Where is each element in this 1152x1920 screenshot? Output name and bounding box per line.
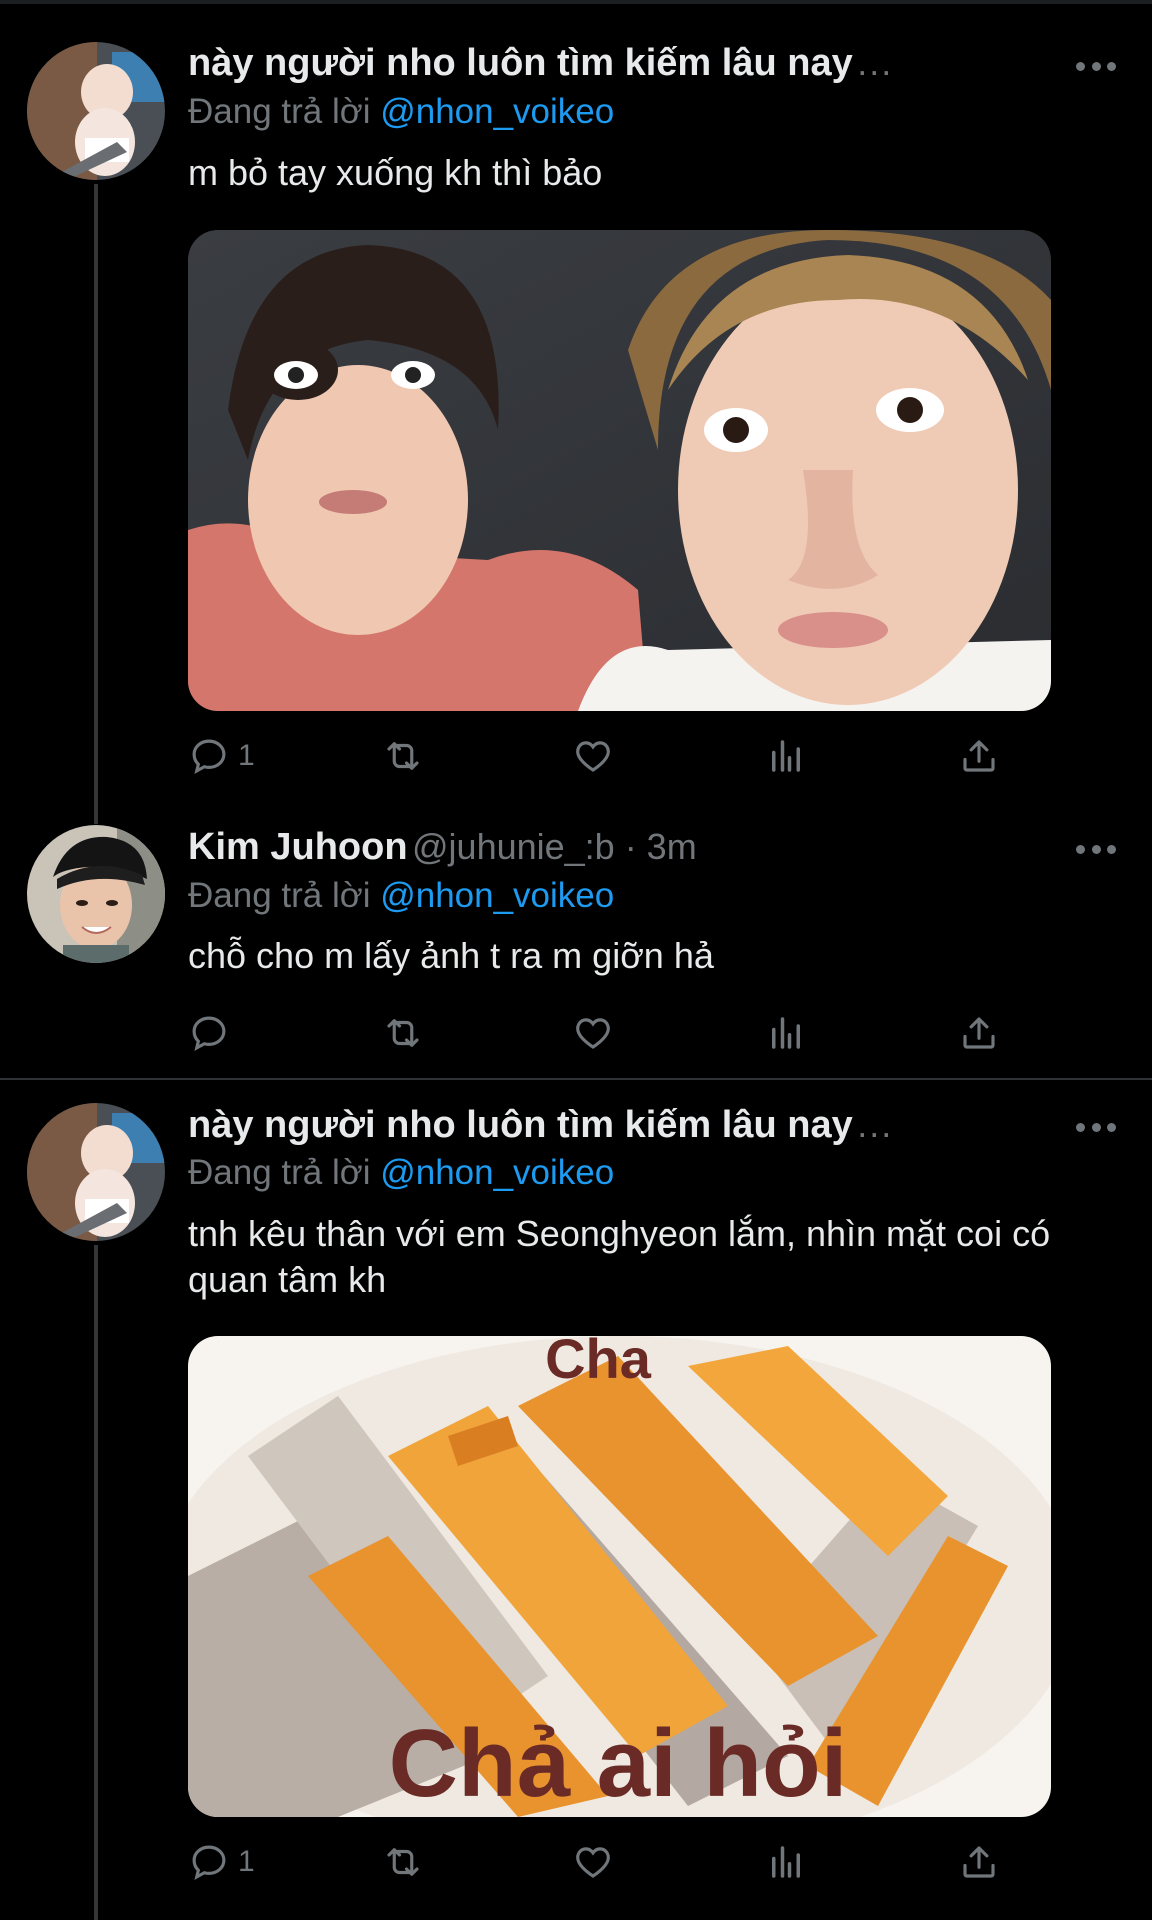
thread-line	[94, 184, 98, 824]
like-icon	[576, 741, 610, 772]
name-truncation: ...	[857, 42, 894, 83]
reply-button[interactable]: 1	[188, 1841, 255, 1883]
retweet-icon	[387, 742, 419, 770]
thread-line	[94, 1245, 98, 1920]
more-icon[interactable]	[1076, 1121, 1116, 1133]
top-border	[0, 0, 1152, 4]
retweet-icon	[387, 1019, 419, 1047]
tweet-header: này người nho luôn tìm kiếm lâu nay ...	[188, 1104, 893, 1147]
share-button[interactable]	[958, 1012, 1000, 1054]
share-icon	[963, 740, 995, 772]
like-button[interactable]	[572, 735, 614, 777]
tweet-header: này người nho luôn tìm kiếm lâu nay ...	[188, 42, 893, 85]
like-button[interactable]	[572, 1012, 614, 1054]
share-button[interactable]	[958, 735, 1000, 777]
tweet-text: tnh kêu thân với em Seonghyeon lắm, nhìn…	[188, 1213, 1051, 1300]
tweet-media-photo[interactable]: Cha Chả ai hỏi	[188, 1336, 1051, 1817]
reply-prefix: Đang trả lời	[188, 1153, 371, 1192]
like-icon	[576, 1847, 610, 1878]
tweet-header: Kim Juhoon @juhunie_:b · 3m	[188, 826, 697, 869]
more-icon[interactable]	[1076, 843, 1116, 855]
views-icon	[772, 740, 800, 772]
retweet-button[interactable]	[380, 1841, 426, 1883]
share-icon	[963, 1017, 995, 1049]
media-caption-top: Cha	[545, 1336, 652, 1390]
tweet-text: chỗ cho m lấy ảnh t ra m giỡn hả	[188, 935, 714, 976]
reply-context: Đang trả lời @nhon_voikeo	[188, 876, 614, 916]
tweet-actions: 1	[188, 735, 1068, 785]
views-button[interactable]	[765, 735, 807, 777]
tweet-text: m bỏ tay xuống kh thì bảo	[188, 152, 603, 193]
media-caption-bottom: Chả ai hỏi	[389, 1710, 848, 1817]
views-button[interactable]	[765, 1841, 807, 1883]
more-icon[interactable]	[1076, 60, 1116, 72]
reply-icon	[192, 1845, 226, 1880]
share-button[interactable]	[958, 1841, 1000, 1883]
name-truncation: ...	[857, 1104, 894, 1145]
reply-button[interactable]	[188, 1012, 238, 1054]
avatar[interactable]	[27, 825, 165, 963]
reply-count: 1	[238, 739, 255, 772]
tweet-actions: 1	[188, 1841, 1068, 1891]
avatar[interactable]	[27, 42, 165, 180]
retweet-icon	[387, 1848, 419, 1876]
tweet-media-photo[interactable]	[188, 230, 1051, 711]
tweet-actions	[188, 1012, 1068, 1062]
views-icon	[772, 1017, 800, 1049]
reply-icon	[192, 1016, 226, 1051]
reply-count: 1	[238, 1845, 255, 1878]
reply-mention[interactable]: @nhon_voikeo	[380, 1153, 614, 1192]
tweet-divider	[0, 1078, 1152, 1080]
reply-button[interactable]: 1	[188, 735, 255, 777]
reply-context: Đang trả lời @nhon_voikeo	[188, 1153, 614, 1193]
retweet-button[interactable]	[380, 735, 426, 777]
display-name[interactable]: Kim Juhoon	[188, 826, 408, 868]
like-button[interactable]	[572, 1841, 614, 1883]
reply-prefix: Đang trả lời	[188, 92, 371, 131]
like-icon	[576, 1018, 610, 1049]
reply-mention[interactable]: @nhon_voikeo	[380, 876, 614, 915]
reply-prefix: Đang trả lời	[188, 876, 371, 915]
reply-icon	[192, 739, 226, 774]
share-icon	[963, 1846, 995, 1878]
display-name[interactable]: này người nho luôn tìm kiếm lâu nay	[188, 42, 853, 84]
reply-mention[interactable]: @nhon_voikeo	[380, 92, 614, 131]
views-icon	[772, 1846, 800, 1878]
reply-context: Đang trả lời @nhon_voikeo	[188, 92, 614, 132]
retweet-button[interactable]	[380, 1012, 426, 1054]
display-name[interactable]: này người nho luôn tìm kiếm lâu nay	[188, 1104, 853, 1146]
handle-and-time[interactable]: @juhunie_:b · 3m	[412, 826, 697, 867]
views-button[interactable]	[765, 1012, 807, 1054]
avatar[interactable]	[27, 1103, 165, 1241]
